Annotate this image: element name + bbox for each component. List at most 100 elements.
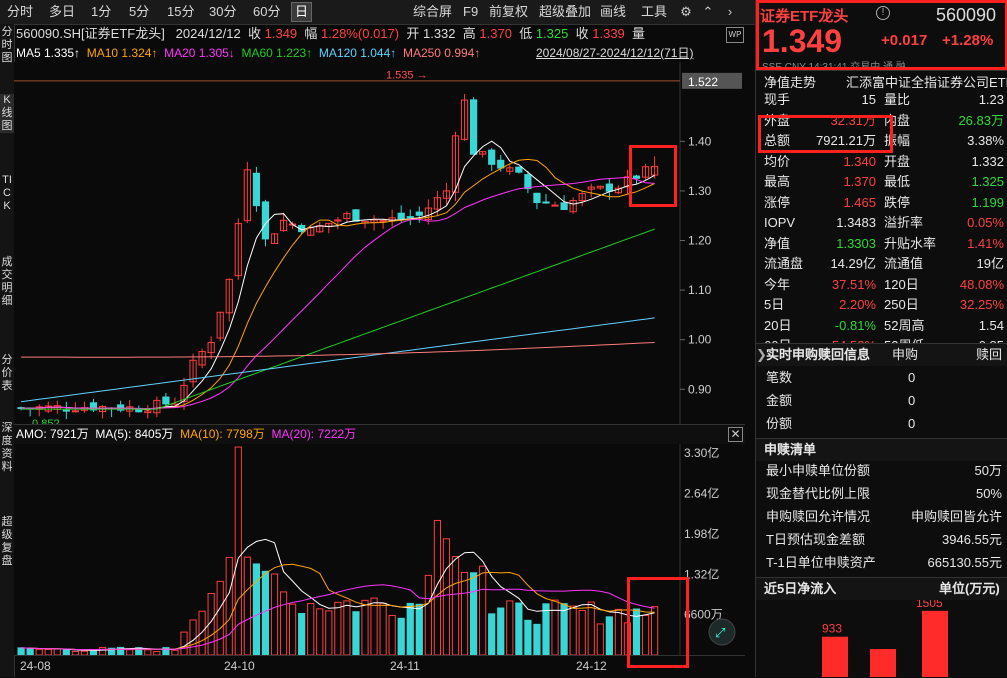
highlight-box-last-candle [629, 145, 677, 207]
ma5-label: MA5 1.335↑ [16, 46, 81, 60]
netflow-bar [870, 649, 896, 677]
netflow-bar [922, 610, 948, 677]
volume-bar [605, 616, 613, 655]
creation-row-2: 申购赎回允许情况 申购赎回皆允许 [756, 505, 1007, 528]
prev-close-value: 1.339 [592, 26, 625, 41]
netflow-header: 近5日净流入 单位(万元) [756, 577, 1007, 600]
gear-icon[interactable]: ⚙ [678, 4, 694, 20]
period-tab-1[interactable]: 多日 [46, 3, 78, 21]
chevron-up-icon[interactable]: ⌃ [700, 4, 716, 20]
volume-bar [261, 570, 270, 655]
max-price-label: 1.535 → [386, 69, 428, 81]
realtime-value: 0 [908, 370, 916, 385]
highlight-box-turnover [758, 115, 893, 153]
toolbar-btn-3[interactable]: 超级叠加 [536, 3, 594, 21]
date-tick-1: 24-10 [224, 659, 255, 673]
creation-header: 申赎清单 [756, 438, 1007, 461]
volume-bar [252, 563, 261, 655]
volume-bar [406, 602, 414, 655]
creation-value: 50万 [974, 463, 1002, 478]
security-code: 560090.SH[证券ETF龙头] [16, 26, 165, 41]
volume-bar [415, 603, 423, 655]
creation-value: 申购赎回皆允许 [910, 509, 1002, 524]
toolbar-btn-2[interactable]: 前复权 [486, 3, 531, 21]
realtime-header: ❯ 实时申购赎回信息 申购 赎回 [756, 343, 1007, 366]
open-value: 1.332 [422, 26, 456, 41]
volume-bar [17, 647, 25, 655]
volume-bar [470, 572, 478, 655]
period-tab-6[interactable]: 60分 [250, 3, 283, 21]
left-tab-1[interactable]: K线图 [0, 94, 14, 133]
realtime-label: 金额 [766, 393, 793, 408]
toolbar-btn-4[interactable]: 画线 [597, 3, 629, 21]
volume-legend: AMO: 7921万 MA(5): 8405万 MA(10): 7798万 MA… [14, 424, 745, 445]
period-tab-2[interactable]: 1分 [88, 3, 114, 21]
current-price-text: 1.522 [688, 75, 718, 89]
close-panel-icon[interactable]: ✕ [728, 427, 743, 442]
volume-tick-1: 2.64亿 [684, 486, 719, 501]
left-tab-5[interactable]: 深度资料 [0, 422, 14, 474]
volume-bar [542, 603, 550, 655]
close-value: 1.349 [264, 26, 298, 41]
date-range[interactable]: 2024/08/27-2024/12/12(71日) [536, 45, 693, 61]
chevron-right-icon[interactable]: › [722, 4, 738, 20]
realtime-row-1: 金额 0 [756, 389, 1007, 412]
left-tab-6[interactable]: 超级复盘 [0, 516, 14, 568]
vol-ma5-label: MA(5): 8405万 [95, 427, 174, 441]
vol-ma10-label: MA(10): 7798万 [180, 427, 265, 441]
volume-bar [533, 623, 541, 655]
realtime-value: 0 [908, 416, 916, 431]
wp-icon[interactable]: WP [726, 27, 744, 43]
volume-bar [397, 617, 405, 655]
creation-row-1: 现金替代比例上限 50% [756, 482, 1007, 505]
creation-row-4: T-1日单位申赎资产 665130.55元 [756, 551, 1007, 574]
volume-tick-2: 1.98亿 [684, 526, 719, 541]
creation-label: 申购赎回允许情况 [766, 509, 871, 524]
ma10-label: MA10 1.324↑ [86, 46, 158, 60]
date-tick-2: 24-11 [390, 659, 420, 673]
period-tab-3[interactable]: 5分 [126, 3, 152, 21]
date-tick-0: 24-08 [20, 659, 51, 673]
left-tab-3[interactable]: 成交明细 [0, 256, 14, 308]
period-tab-4[interactable]: 15分 [164, 3, 197, 21]
realtime-label: 笔数 [766, 370, 793, 385]
creation-row-0: 最小申赎单位份额 50万 [756, 459, 1007, 482]
toolbar-btn-5[interactable]: 工具 [638, 3, 670, 21]
volume-bar [497, 607, 505, 655]
creation-value: 3946.55元 [942, 532, 1002, 547]
period-tab-7[interactable]: 日 [291, 2, 313, 22]
left-tab-2[interactable]: TICK [0, 174, 14, 213]
volume-bar [488, 613, 496, 655]
period-tab-0[interactable]: 分时 [4, 3, 36, 21]
realtime-row-2: 份额 0 [756, 412, 1007, 435]
creation-label: 现金替代比例上限 [766, 486, 871, 501]
creation-value: 665130.55元 [927, 555, 1002, 570]
creation-label: 最小申赎单位份额 [766, 463, 871, 478]
creation-label: T-1日单位申赎资产 [766, 555, 876, 570]
candle [352, 209, 360, 222]
left-tab-strip: 分时图 K线图 TICK 成交明细分价表深度资料超级复盘 [0, 24, 15, 677]
bar-date: 2024/12/12 [175, 26, 241, 41]
volume-bar [560, 603, 568, 655]
volume-bar [26, 647, 34, 655]
ma-legend: MA5 1.335↑ MA10 1.324↑ MA20 1.305↓ MA60 … [16, 45, 746, 61]
toolbar-btn-0[interactable]: 综合屏 [410, 3, 455, 21]
volume-bar [515, 602, 523, 655]
period-tab-5[interactable]: 30分 [206, 3, 239, 21]
volume-tick-3: 1.32亿 [684, 566, 719, 581]
price-tick-4: 1.00 [688, 333, 712, 347]
ma60-label: MA60 1.223↑ [241, 46, 313, 60]
left-tab-0[interactable]: 分时图 [0, 26, 14, 65]
realtime-value: 0 [908, 393, 916, 408]
toolbar-btn-1[interactable]: F9 [460, 3, 481, 21]
netflow-chart: 933 1505 [822, 600, 948, 677]
volume-bar [352, 611, 360, 655]
price-tick-0: 1.40 [688, 134, 712, 148]
left-tab-4[interactable]: 分价表 [0, 354, 14, 393]
kline-chart[interactable]: 1.401.301.201.101.000.901.5221.535 →← 0.… [14, 62, 745, 424]
candle [515, 166, 523, 174]
amo-label: AMO: 7921万 [16, 427, 89, 441]
creation-row-3: T日预估现金差额 3946.55元 [756, 528, 1007, 551]
low-value: 1.325 [535, 26, 569, 41]
netflow-label-1: 1505 [916, 600, 943, 610]
